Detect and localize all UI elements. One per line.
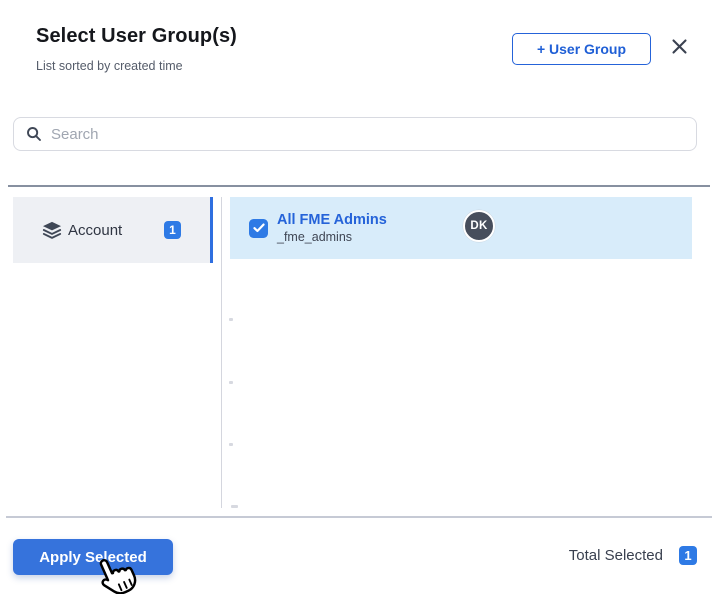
checkmark-icon [252, 223, 265, 233]
bottom-divider [6, 516, 712, 518]
avatar: DK [463, 210, 495, 242]
group-id: _fme_admins [277, 229, 353, 244]
sidebar-item-account[interactable]: Account 1 [13, 197, 213, 263]
top-divider [8, 185, 710, 187]
layers-icon [42, 221, 62, 239]
total-selected-badge: 1 [679, 546, 697, 565]
placeholder-dot [229, 381, 233, 384]
add-user-group-label: + User Group [536, 41, 627, 57]
total-selected-label: Total Selected [568, 547, 663, 564]
account-count-badge: 1 [164, 221, 181, 239]
add-user-group-button[interactable]: + User Group [512, 33, 651, 65]
placeholder-dot [231, 505, 238, 508]
search-icon [26, 126, 42, 142]
total-selected: Total Selected 1 [569, 546, 697, 565]
active-indicator-bar [209, 197, 213, 263]
close-icon [671, 38, 688, 60]
sidebar-item-label: Account [68, 221, 123, 239]
group-checkbox[interactable] [249, 218, 268, 238]
apply-selected-button[interactable]: Apply Selected [13, 539, 173, 575]
sort-subtitle: List sorted by created time [36, 59, 183, 73]
user-group-row[interactable]: All FME Admins _fme_admins DK [230, 197, 692, 259]
page-title: Select User Group(s) [36, 25, 237, 47]
panel-divider [221, 197, 223, 508]
placeholder-dot [229, 443, 233, 446]
select-user-group-modal: Select User Group(s) List sorted by crea… [0, 0, 718, 594]
close-button[interactable] [668, 38, 690, 60]
group-name: All FME Admins [277, 211, 387, 228]
search-bar[interactable] [13, 117, 697, 151]
search-input[interactable] [51, 125, 684, 143]
placeholder-dot [229, 318, 233, 321]
